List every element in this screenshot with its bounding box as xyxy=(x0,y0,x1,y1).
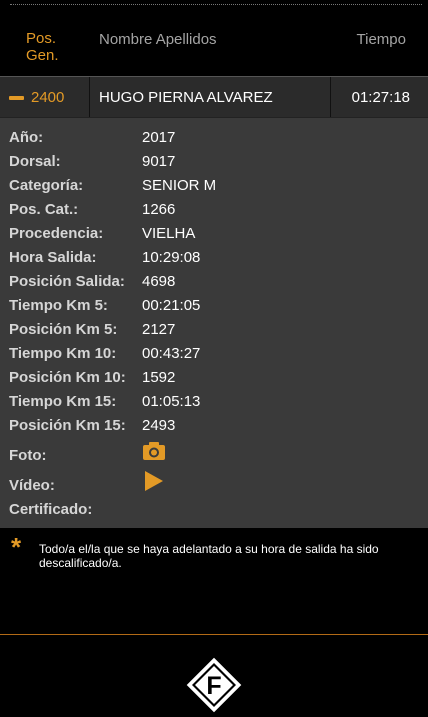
footer-divider xyxy=(0,634,428,635)
detail-row-time-km10: Tiempo Km 10: 00:43:27 xyxy=(0,342,428,366)
detail-label: Dorsal: xyxy=(9,153,61,170)
collapse-icon[interactable] xyxy=(9,96,24,100)
detail-row-category-position: Pos. Cat.: 1266 xyxy=(0,198,428,222)
disqualification-note: * Todo/a el/la que se haya adelantado a … xyxy=(0,528,428,634)
logo-letter: F xyxy=(206,672,221,700)
detail-label: Hora Salida: xyxy=(9,249,97,266)
detail-value: 10:29:08 xyxy=(142,249,201,266)
column-header-time[interactable]: Tiempo xyxy=(357,31,406,48)
detail-label: Categoría: xyxy=(9,177,84,194)
certificate-label: Certificado: xyxy=(9,501,93,518)
detail-label: Pos. Cat.: xyxy=(9,201,79,218)
detail-row-video: Vídeo: xyxy=(0,474,428,498)
detail-value: 00:43:27 xyxy=(142,345,201,362)
column-header-name[interactable]: Nombre Apellidos xyxy=(99,31,217,48)
result-position-cell[interactable]: 2400 xyxy=(0,77,90,117)
detail-label: Posición Km 5: xyxy=(9,321,118,338)
detail-value: VIELHA xyxy=(142,225,196,242)
video-label: Vídeo: xyxy=(9,477,55,494)
note-text: Todo/a el/la que se haya adelantado a su… xyxy=(39,542,379,570)
detail-label: Tiempo Km 5: xyxy=(9,297,108,314)
detail-label: Año: xyxy=(9,129,44,146)
result-row[interactable]: 2400 HUGO PIERNA ALVAREZ 01:27:18 xyxy=(0,76,428,118)
detail-value: 01:05:13 xyxy=(142,393,201,410)
result-details-panel: Año: 2017 Dorsal: 9017 Categoría: SENIOR… xyxy=(0,118,428,528)
detail-row-photo: Foto: xyxy=(0,444,428,468)
detail-row-bib: Dorsal: 9017 xyxy=(0,150,428,174)
detail-row-year: Año: 2017 xyxy=(0,126,428,150)
detail-label: Procedencia: xyxy=(9,225,104,242)
detail-value: 1592 xyxy=(142,369,176,386)
detail-row-start-position: Posición Salida: 4698 xyxy=(0,270,428,294)
photo-label: Foto: xyxy=(9,447,47,464)
detail-value: 2017 xyxy=(142,129,176,146)
detail-row-position-km5: Posición Km 5: 2127 xyxy=(0,318,428,342)
detail-row-time-km15: Tiempo Km 15: 01:05:13 xyxy=(0,390,428,414)
detail-value: 00:21:05 xyxy=(142,297,201,314)
detail-label: Tiempo Km 15: xyxy=(9,393,117,410)
detail-value: 2127 xyxy=(142,321,176,338)
results-header: Pos. Gen. Nombre Apellidos Tiempo xyxy=(0,0,428,76)
brand-logo[interactable]: F xyxy=(185,656,243,714)
detail-value: 4698 xyxy=(142,273,176,290)
detail-row-origin: Procedencia: VIELHA xyxy=(0,222,428,246)
detail-label: Tiempo Km 10: xyxy=(9,345,117,362)
result-time: 01:27:18 xyxy=(351,89,410,106)
detail-value: SENIOR M xyxy=(142,177,217,194)
detail-row-start-time: Hora Salida: 10:29:08 xyxy=(0,246,428,270)
detail-row-time-km5: Tiempo Km 5: 00:21:05 xyxy=(0,294,428,318)
detail-value: 1266 xyxy=(142,201,176,218)
detail-label: Posición Km 15: xyxy=(9,417,126,434)
detail-row-category: Categoría: SENIOR M xyxy=(0,174,428,198)
detail-label: Posición Salida: xyxy=(9,273,125,290)
camera-icon[interactable] xyxy=(142,441,166,461)
detail-label: Posición Km 10: xyxy=(9,369,126,386)
detail-value: 9017 xyxy=(142,153,176,170)
detail-value: 2493 xyxy=(142,417,176,434)
asterisk-icon: * xyxy=(11,532,22,562)
detail-row-certificate: Certificado: xyxy=(0,498,428,522)
detail-row-position-km15: Posición Km 15: 2493 xyxy=(0,414,428,438)
column-header-position[interactable]: Pos. Gen. xyxy=(26,30,66,64)
result-position: 2400 xyxy=(31,89,65,106)
result-name: HUGO PIERNA ALVAREZ xyxy=(99,89,273,106)
detail-row-position-km10: Posición Km 10: 1592 xyxy=(0,366,428,390)
result-name-cell: HUGO PIERNA ALVAREZ xyxy=(90,77,331,117)
play-icon[interactable] xyxy=(142,469,164,493)
